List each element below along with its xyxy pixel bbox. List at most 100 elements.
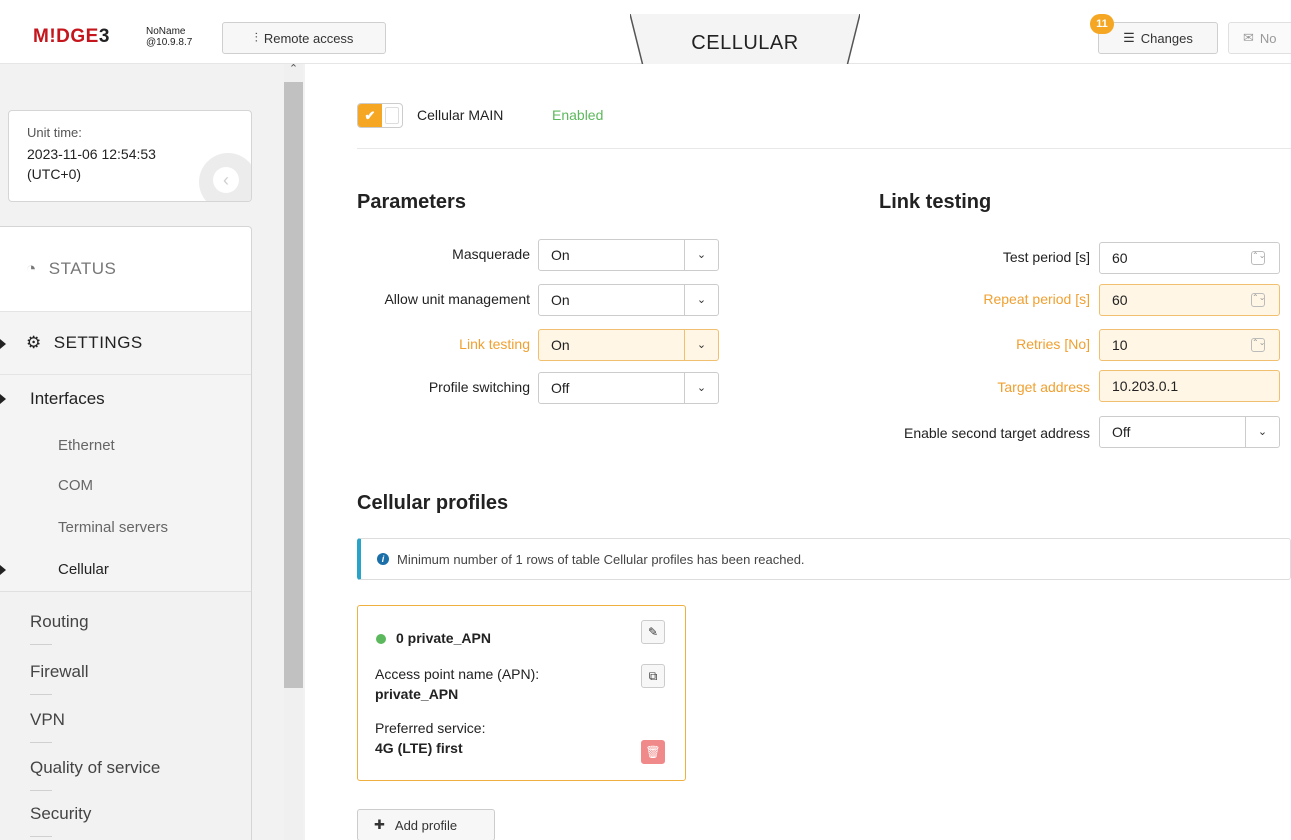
test-period-input[interactable]: 60 ⌃⌄ bbox=[1099, 242, 1280, 274]
collapse-sidebar-button[interactable]: ‹ bbox=[199, 153, 251, 201]
divider bbox=[30, 694, 52, 695]
link-testing-select[interactable]: On ⌄ bbox=[538, 329, 719, 361]
second-target-address-select[interactable]: Off ⌄ bbox=[1099, 416, 1280, 448]
info-icon: i bbox=[377, 553, 389, 565]
target-address-label: Target address bbox=[997, 379, 1090, 395]
midge-logo[interactable]: M!DGE3 bbox=[33, 26, 110, 48]
gears-icon: ⚙ bbox=[26, 333, 42, 352]
info-message-text: Minimum number of 1 rows of table Cellul… bbox=[397, 551, 805, 567]
changes-count-badge: 11 bbox=[1090, 14, 1114, 34]
allow-unit-management-select[interactable]: On ⌄ bbox=[538, 284, 719, 316]
test-period-label: Test period [s] bbox=[1002, 249, 1090, 265]
link-testing-title: Link testing bbox=[879, 191, 992, 213]
chevron-down-icon: ⌄ bbox=[1245, 417, 1279, 447]
logo-text: M!DGE bbox=[33, 26, 99, 47]
trash-icon: 🗑 bbox=[645, 745, 661, 759]
unit-time-value: 2023-11-06 12:54:53 (UTC+0) bbox=[27, 144, 207, 184]
sidebar-scrollbar-thumb[interactable] bbox=[284, 82, 303, 688]
cellular-main-toggle[interactable]: ✔ bbox=[357, 103, 403, 128]
expanded-marker-icon bbox=[0, 338, 8, 350]
notifications-button[interactable]: ✉ No bbox=[1228, 22, 1291, 54]
copy-profile-button[interactable]: ⧉ bbox=[641, 664, 665, 688]
sidebar-item-cellular[interactable]: Cellular bbox=[58, 561, 109, 578]
device-host: NoName @10.9.8.7 bbox=[146, 26, 192, 48]
spinner-icon[interactable]: ⌃⌄ bbox=[1251, 338, 1265, 352]
changes-button[interactable]: ☰ Changes bbox=[1098, 22, 1218, 54]
divider bbox=[30, 790, 52, 791]
retries-label: Retries [No] bbox=[1016, 336, 1090, 352]
test-period-value: 60 bbox=[1112, 250, 1128, 266]
profile-switching-select[interactable]: Off ⌄ bbox=[538, 372, 719, 404]
sidebar-item-quality-of-service[interactable]: Quality of service bbox=[30, 758, 160, 778]
repeat-period-input[interactable]: 60 ⌃⌄ bbox=[1099, 284, 1280, 316]
profile-switching-value: Off bbox=[551, 380, 570, 396]
preferred-service-label: Preferred service: bbox=[375, 720, 486, 736]
remote-access-button[interactable]: ⫶ Remote access bbox=[222, 22, 386, 54]
repeat-period-value: 60 bbox=[1112, 292, 1128, 308]
profile-name: 0 private_APN bbox=[396, 630, 491, 646]
add-profile-button[interactable]: ✚ Add profile bbox=[357, 809, 495, 840]
chevron-down-icon: ⌄ bbox=[684, 240, 718, 270]
second-target-address-value: Off bbox=[1112, 424, 1131, 440]
megaphone-icon: ✉ bbox=[1243, 30, 1254, 45]
masquerade-value: On bbox=[551, 247, 570, 263]
unit-time-label: Unit time: bbox=[27, 125, 82, 140]
nav-status-label: STATUS bbox=[48, 259, 117, 278]
expanded-marker-icon bbox=[0, 393, 8, 405]
spinner-icon[interactable]: ⌃⌄ bbox=[1251, 251, 1265, 265]
logo-number: 3 bbox=[98, 26, 110, 47]
sidebar-item-firewall[interactable]: Firewall bbox=[30, 662, 89, 682]
info-message: i Minimum number of 1 rows of table Cell… bbox=[357, 538, 1291, 580]
delete-profile-button[interactable]: 🗑 bbox=[641, 740, 665, 764]
divider bbox=[357, 148, 1291, 149]
active-status-dot bbox=[376, 634, 386, 644]
top-bar: M!DGE3 NoName @10.9.8.7 ⫶ Remote access … bbox=[0, 0, 1291, 71]
sidebar-item-vpn[interactable]: VPN bbox=[30, 710, 65, 730]
active-marker-icon bbox=[0, 564, 8, 576]
allow-unit-management-label: Allow unit management bbox=[384, 291, 530, 307]
divider bbox=[30, 836, 52, 837]
masquerade-label: Masquerade bbox=[452, 246, 530, 262]
chevron-down-icon: ⌄ bbox=[684, 285, 718, 315]
sidebar-item-ethernet[interactable]: Ethernet bbox=[58, 437, 115, 454]
sidebar-item-routing[interactable]: Routing bbox=[30, 612, 89, 632]
nav-interfaces[interactable]: Interfaces bbox=[30, 389, 105, 409]
profile-switching-label: Profile switching bbox=[428, 379, 530, 395]
link-testing-label: Link testing bbox=[459, 336, 530, 352]
chevron-down-icon: ⌄ bbox=[684, 373, 718, 403]
nav-settings-label: SETTINGS bbox=[53, 333, 143, 352]
sidebar-item-terminal-servers[interactable]: Terminal servers bbox=[58, 519, 168, 536]
target-address-input[interactable]: 10.203.0.1 bbox=[1099, 370, 1280, 402]
retries-input[interactable]: 10 ⌃⌄ bbox=[1099, 329, 1280, 361]
scroll-up-arrow-icon[interactable]: ⌃ bbox=[284, 62, 303, 78]
pencil-icon: ✎ bbox=[647, 625, 659, 639]
remote-access-label: Remote access bbox=[263, 30, 354, 46]
sidebar-item-security[interactable]: Security bbox=[30, 804, 91, 824]
gauge-icon: ◔ bbox=[26, 259, 37, 278]
divider bbox=[30, 644, 52, 645]
cellular-main-label: Cellular MAIN bbox=[417, 107, 504, 123]
repeat-period-label: Repeat period [s] bbox=[983, 291, 1090, 307]
spinner-icon[interactable]: ⌃⌄ bbox=[1251, 293, 1265, 307]
nav-settings[interactable]: ⚙ SETTINGS bbox=[0, 311, 251, 375]
toggle-knob bbox=[385, 107, 399, 124]
notifications-label: No bbox=[1259, 30, 1277, 46]
plus-icon: ✚ bbox=[374, 817, 385, 832]
copy-icon: ⧉ bbox=[648, 669, 658, 683]
chevron-left-icon: ‹ bbox=[213, 167, 239, 193]
masquerade-select[interactable]: On ⌄ bbox=[538, 239, 719, 271]
unit-time-timezone: (UTC+0) bbox=[27, 166, 82, 182]
divider bbox=[30, 742, 52, 743]
preferred-service-value: 4G (LTE) first bbox=[375, 740, 463, 756]
cellular-main-status: Enabled bbox=[552, 107, 604, 123]
apn-label: Access point name (APN): bbox=[375, 666, 540, 682]
antenna-icon: ⫶ bbox=[254, 30, 258, 45]
host-name: NoName bbox=[146, 26, 186, 37]
second-target-address-label: Enable second target address bbox=[903, 425, 1090, 441]
sidebar-item-com[interactable]: COM bbox=[58, 477, 93, 494]
edit-profile-button[interactable]: ✎ bbox=[641, 620, 665, 644]
allow-unit-management-value: On bbox=[551, 292, 570, 308]
nav-status[interactable]: ◔ STATUS bbox=[0, 227, 251, 311]
nav-panel: ◔ STATUS ⚙ SETTINGS Interfaces Ethernet … bbox=[0, 226, 252, 840]
cellular-profiles-title: Cellular profiles bbox=[357, 492, 509, 514]
